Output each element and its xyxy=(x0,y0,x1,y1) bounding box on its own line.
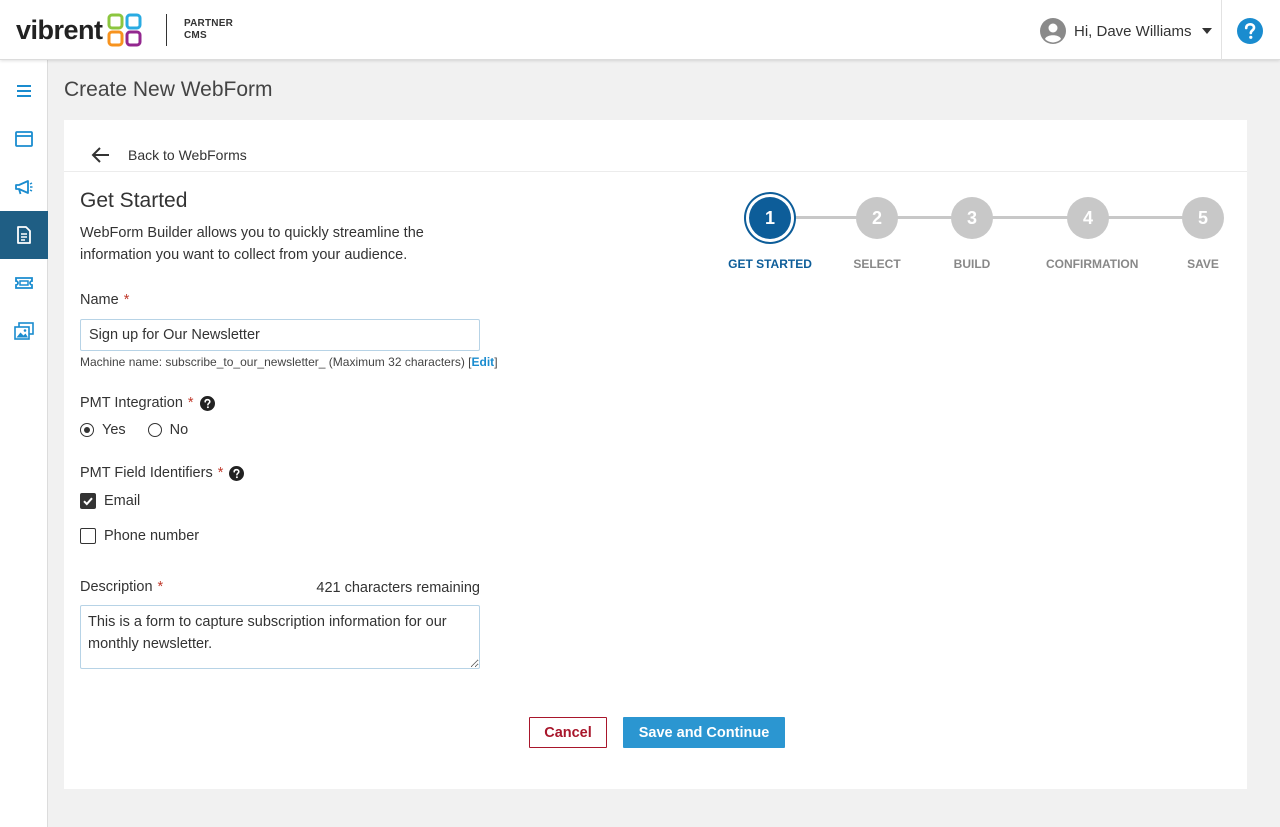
section-title: Get Started xyxy=(80,189,188,212)
page-title: Create New WebForm xyxy=(64,78,273,101)
pmt-no-label[interactable]: No xyxy=(170,422,189,438)
step-number: 3 xyxy=(951,197,993,239)
step-select[interactable]: 2 SELECT xyxy=(835,197,919,271)
document-icon xyxy=(17,226,31,244)
step-confirmation[interactable]: 4 CONFIRMATION xyxy=(1046,197,1139,271)
save-and-continue-button[interactable]: Save and Continue xyxy=(623,717,785,748)
step-get-started[interactable]: 1 GET STARTED xyxy=(728,197,812,271)
form-card: Back to WebForms Get Started WebForm Bui… xyxy=(64,120,1247,789)
sidebar-item-menu[interactable] xyxy=(0,67,48,115)
step-label: GET STARTED xyxy=(728,257,812,271)
card-divider xyxy=(64,171,1247,172)
sidebar-item-media[interactable] xyxy=(0,307,48,355)
fields-label-row: PMT Field Identifiers * xyxy=(80,465,245,481)
name-label-row: Name * xyxy=(80,292,129,308)
description-label-row: Description * xyxy=(80,579,163,595)
description-textarea[interactable]: This is a form to capture subscription i… xyxy=(80,605,480,669)
pmt-yes-radio[interactable] xyxy=(80,423,94,437)
step-label: CONFIRMATION xyxy=(1046,257,1139,271)
sidebar-item-pages[interactable] xyxy=(0,115,48,163)
phone-number-label[interactable]: Phone number xyxy=(104,528,199,544)
email-label[interactable]: Email xyxy=(104,493,140,509)
machine-name-text: Machine name: subscribe_to_our_newslette… xyxy=(80,355,472,369)
pmt-field-identifiers-label: PMT Field Identifiers xyxy=(80,465,213,481)
name-label: Name xyxy=(80,292,119,308)
step-label: BUILD xyxy=(953,257,991,271)
user-menu[interactable]: Hi, Dave Williams xyxy=(1040,18,1212,44)
pmt-label-row: PMT Integration * xyxy=(80,395,215,411)
logo-mark-icon xyxy=(107,13,142,47)
machine-name-hint: Machine name: subscribe_to_our_newslette… xyxy=(80,355,498,369)
menu-icon xyxy=(17,85,31,97)
pmt-yes-label[interactable]: Yes xyxy=(102,422,126,438)
logo-subtitle: PARTNER CMS xyxy=(184,18,233,42)
step-number: 5 xyxy=(1182,197,1224,239)
pmt-no-radio[interactable] xyxy=(147,423,162,437)
email-checkbox[interactable] xyxy=(80,493,96,509)
back-to-webforms-link[interactable]: Back to WebForms xyxy=(90,144,247,166)
step-number: 2 xyxy=(856,197,898,239)
browser-window-icon xyxy=(15,131,33,147)
phone-number-checkbox[interactable] xyxy=(80,528,96,544)
step-build[interactable]: 3 BUILD xyxy=(930,197,1014,271)
sidebar-item-campaigns[interactable] xyxy=(0,163,48,211)
machine-name-suffix: ] xyxy=(494,355,498,369)
header-divider xyxy=(1221,0,1222,60)
logo-text: vibrent xyxy=(16,15,103,45)
chevron-down-icon xyxy=(1201,28,1212,34)
step-number: 4 xyxy=(1067,197,1109,239)
sidebar-item-webforms[interactable] xyxy=(0,211,48,259)
ticket-icon xyxy=(15,277,33,289)
help-icon[interactable] xyxy=(1237,18,1263,44)
logo-divider xyxy=(166,14,167,46)
question-circle-icon[interactable] xyxy=(199,395,215,411)
required-mark: * xyxy=(157,579,164,595)
arrow-left-icon xyxy=(91,147,109,163)
step-save[interactable]: 5 SAVE xyxy=(1161,197,1245,271)
logo-sub-cms: CMS xyxy=(184,30,207,41)
logo-sub-partner: PARTNER xyxy=(184,18,233,29)
machine-name-edit-link[interactable]: Edit xyxy=(472,355,495,369)
sidebar-item-tickets[interactable] xyxy=(0,259,48,307)
question-circle-icon[interactable] xyxy=(229,465,245,481)
back-label: Back to WebForms xyxy=(128,147,247,163)
characters-remaining: 421 characters remaining xyxy=(316,580,480,596)
required-mark: * xyxy=(217,465,224,481)
pmt-integration-label: PMT Integration xyxy=(80,395,183,411)
step-label: SAVE xyxy=(1187,257,1219,271)
megaphone-icon xyxy=(15,180,33,195)
user-greeting: Hi, Dave Williams xyxy=(1074,22,1192,40)
checkmark-icon xyxy=(83,497,93,506)
vibrent-logo[interactable]: vibrent xyxy=(16,13,143,47)
phone-checkbox-row[interactable]: Phone number xyxy=(80,528,199,544)
step-label: SELECT xyxy=(853,257,901,271)
intro-text: WebForm Builder allows you to quickly st… xyxy=(80,225,424,263)
images-icon xyxy=(14,322,34,340)
top-header: vibrent PARTNER CMS Hi, Dave Williams xyxy=(0,0,1280,60)
step-number: 1 xyxy=(749,197,791,239)
email-checkbox-row[interactable]: Email xyxy=(80,493,140,509)
user-avatar-icon xyxy=(1040,18,1066,44)
pmt-radio-group: Yes No xyxy=(80,422,210,438)
name-input[interactable] xyxy=(80,319,480,351)
required-mark: * xyxy=(187,395,194,411)
description-label: Description xyxy=(80,579,153,595)
cancel-button[interactable]: Cancel xyxy=(529,717,607,748)
required-mark: * xyxy=(123,292,130,308)
left-sidebar xyxy=(0,60,48,827)
